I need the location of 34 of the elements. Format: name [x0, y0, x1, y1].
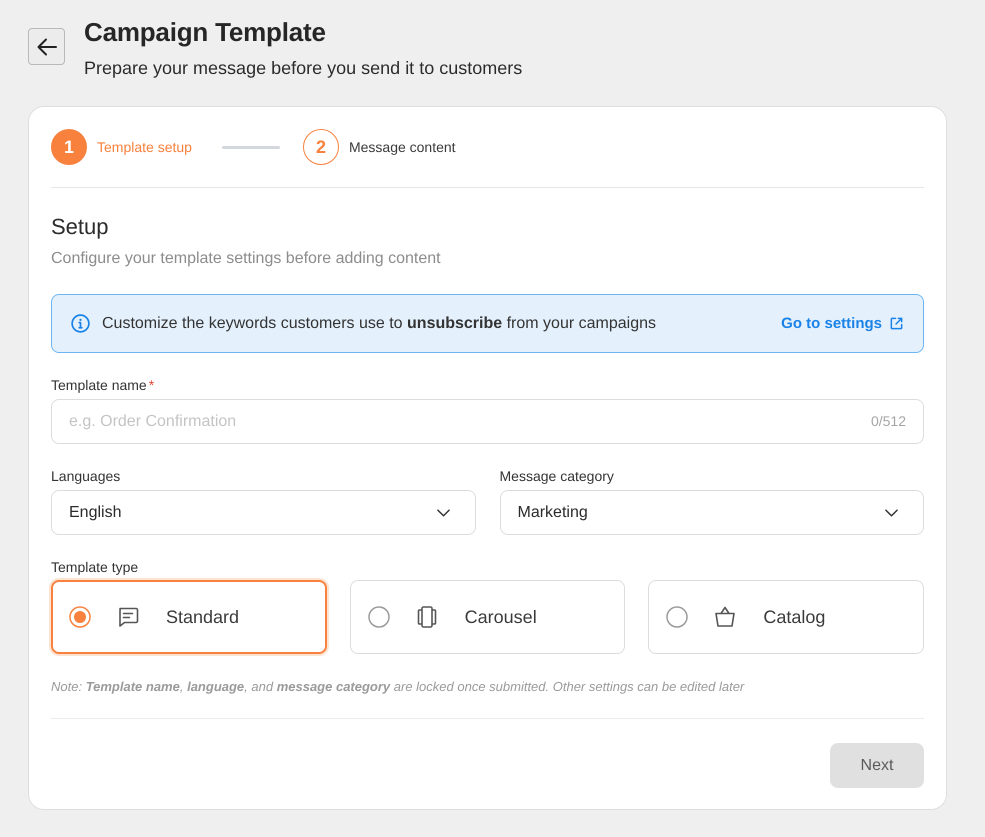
page-title: Campaign Template: [84, 16, 327, 48]
back-arrow-icon: [36, 38, 56, 56]
step-connector: [222, 146, 280, 148]
field-label: Languages: [51, 467, 120, 485]
template-type-option[interactable]: Carousel: [350, 580, 626, 654]
required-mark: *: [148, 376, 154, 394]
section-subtitle: Configure your template settings before adding content: [51, 249, 442, 269]
step-number: 1: [51, 129, 87, 165]
radio-button[interactable]: [368, 606, 390, 628]
back-button[interactable]: [28, 28, 65, 65]
character-counter: 0/512: [870, 413, 906, 430]
page-subtitle: Prepare your message before you send it to customers: [84, 57, 522, 80]
message-category-dropdown[interactable]: Marketing: [500, 490, 924, 535]
template-type-option[interactable]: Standard: [51, 580, 327, 654]
template-type-option[interactable]: Catalog: [648, 580, 924, 654]
chevron-down-icon: [885, 508, 898, 516]
chat-bubble-icon: [116, 605, 140, 629]
section-title: Setup: [51, 213, 110, 241]
step-label: Template setup: [97, 139, 192, 155]
banner-text: Customize the keywords customers use to unsubscribe from your campaigns: [102, 314, 657, 332]
info-icon: [71, 314, 90, 333]
carousel-icon: [414, 605, 439, 629]
field-label: Message category: [500, 467, 614, 485]
step-label: Message content: [348, 139, 456, 155]
field-label: Template type: [51, 558, 138, 576]
field-label: Template name: [51, 376, 147, 394]
step-number: 2: [302, 129, 339, 165]
radio-button[interactable]: [69, 606, 91, 628]
chevron-down-icon: [436, 508, 450, 516]
note-text: Note: Template name, language, and message category are locked once submitted. Other settings can be edited later: [51, 679, 746, 695]
external-link-icon: [889, 316, 904, 331]
languages-dropdown[interactable]: English: [51, 490, 476, 535]
radio-button[interactable]: [666, 606, 688, 628]
shopping-bag-icon: [713, 605, 738, 629]
